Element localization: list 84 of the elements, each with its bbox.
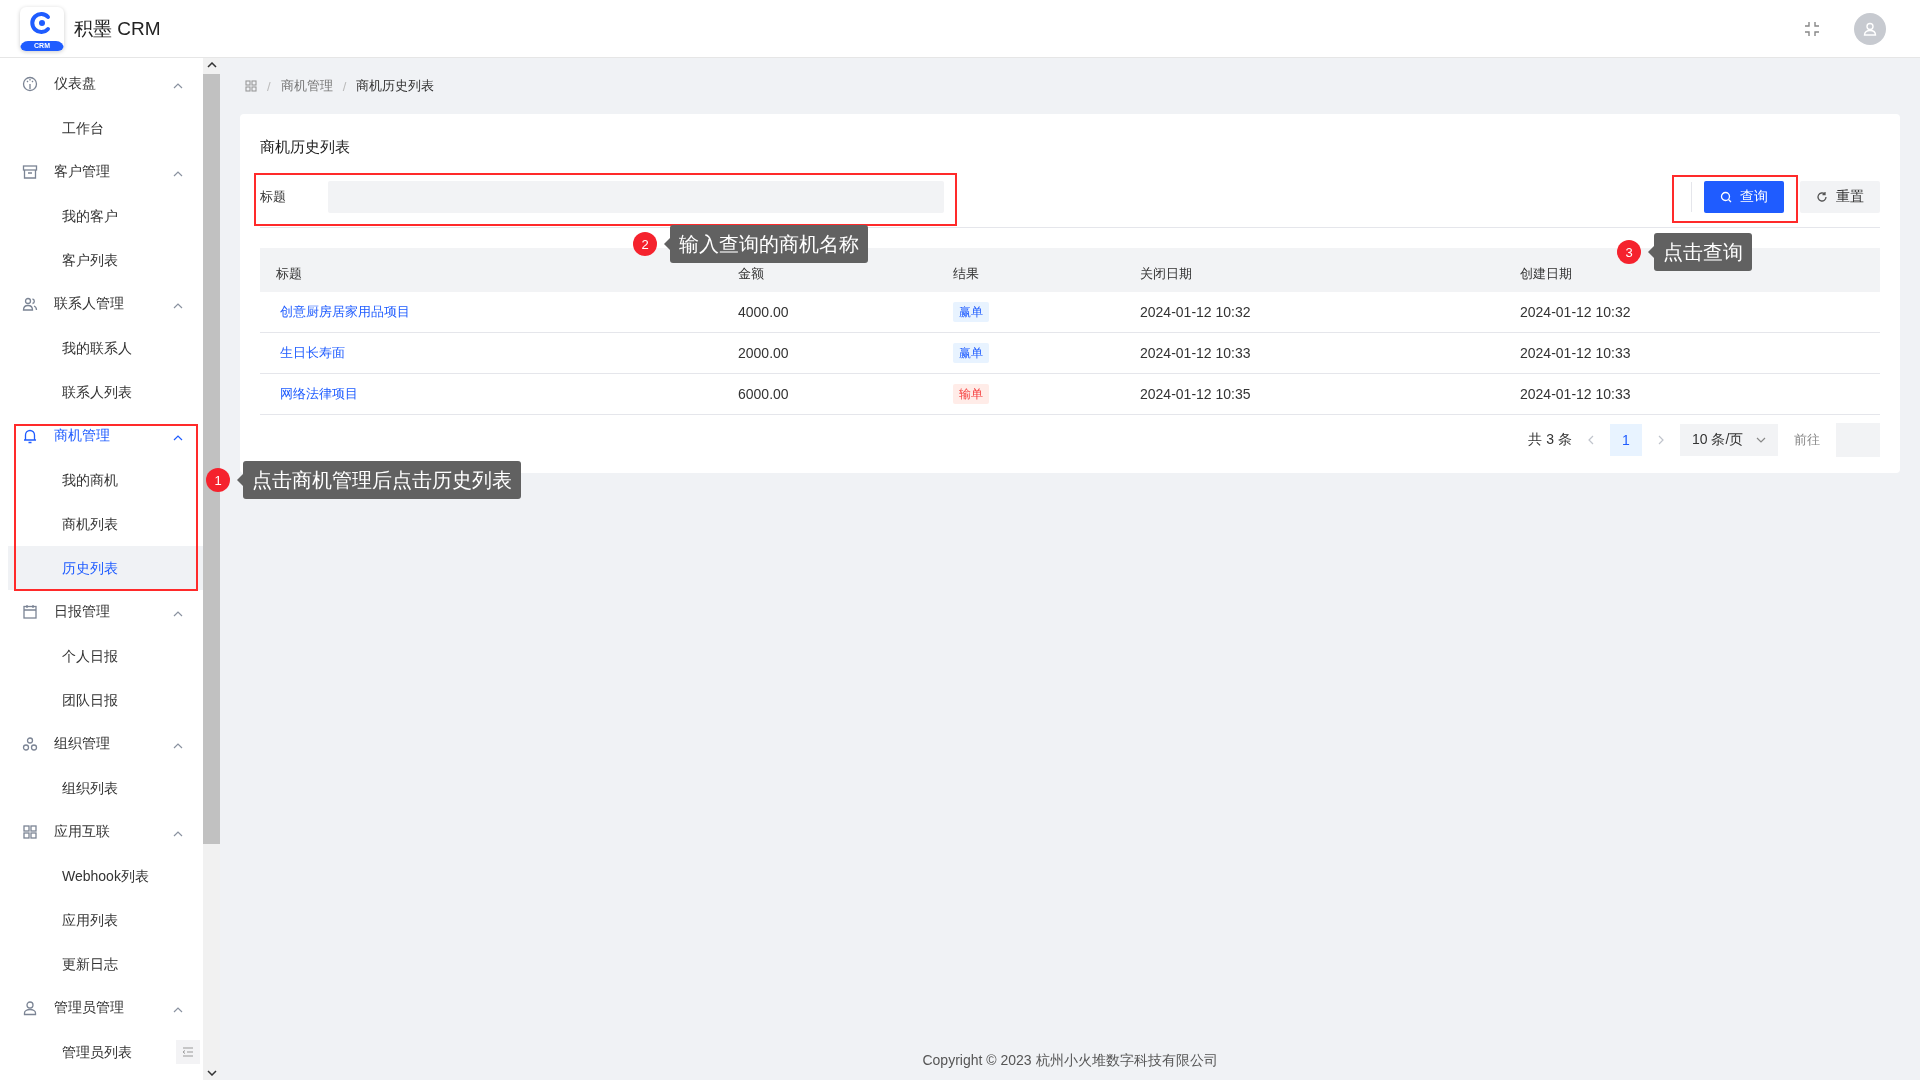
collapse-menu-icon[interactable]	[176, 1040, 200, 1064]
chevron-icon	[173, 303, 183, 309]
prev-page-icon[interactable]	[1588, 435, 1594, 445]
user-icon	[22, 1000, 38, 1016]
calendar-icon	[22, 604, 38, 620]
menu-item[interactable]: 商机列表	[8, 502, 203, 546]
scroll-down-icon[interactable]	[206, 1070, 217, 1076]
menu-item[interactable]: 个人日报	[8, 634, 203, 678]
menu-group[interactable]: 组织管理	[0, 722, 203, 766]
grid-icon	[22, 824, 38, 840]
chevron-icon	[173, 611, 183, 617]
reset-button[interactable]: 重置	[1800, 181, 1880, 213]
users-icon	[22, 296, 38, 312]
total-count: 共 3 条	[1528, 431, 1572, 449]
app-name: 积墨 CRM	[74, 16, 161, 41]
menu-group[interactable]: 客户管理	[0, 150, 203, 194]
table-cell: 4000.00	[722, 292, 937, 333]
menu-group[interactable]: 联系人管理	[0, 282, 203, 326]
column-header: 结果	[937, 248, 1124, 292]
next-page-icon[interactable]	[1658, 435, 1664, 445]
search-icon	[1720, 191, 1732, 203]
menu-group[interactable]: 仪表盘	[0, 62, 203, 106]
org-icon	[22, 736, 38, 752]
menu-group[interactable]: 商机管理	[0, 414, 203, 458]
menu-group[interactable]: 日报管理	[0, 590, 203, 634]
title-link[interactable]: 生日长寿面	[280, 345, 345, 360]
tooltip: 点击查询	[1654, 233, 1752, 271]
table-cell: 2024-01-12 10:32	[1504, 292, 1880, 333]
menu-item[interactable]: 客户列表	[8, 238, 203, 282]
result-tag: 赢单	[953, 343, 989, 363]
table-cell: 2024-01-12 10:35	[1124, 373, 1504, 415]
menu-group[interactable]: 管理员管理	[0, 986, 203, 1030]
scrollbar[interactable]	[203, 58, 220, 1080]
chevron-icon	[173, 1007, 183, 1013]
menu-item[interactable]: 我的商机	[8, 458, 203, 502]
table-cell: 2024-01-12 10:32	[1124, 292, 1504, 333]
refresh-icon	[1816, 191, 1828, 203]
chevron-icon	[173, 171, 183, 177]
bell-icon	[22, 428, 38, 444]
chevron-icon	[173, 83, 183, 89]
menu-item[interactable]: 管理员列表	[8, 1030, 203, 1074]
column-header: 关闭日期	[1124, 248, 1504, 292]
table-cell: 2024-01-12 10:33	[1504, 373, 1880, 415]
breadcrumb-separator: /	[342, 78, 347, 94]
table-cell: 2000.00	[722, 332, 937, 374]
avatar[interactable]	[1854, 12, 1886, 45]
field-label: 标题	[260, 188, 287, 206]
menu-item[interactable]: 历史列表	[8, 546, 203, 590]
breadcrumb-item: 商机历史列表	[356, 77, 435, 95]
menu-item[interactable]: 组织列表	[8, 766, 203, 810]
table-cell: 2024-01-12 10:33	[1124, 332, 1504, 374]
title-link[interactable]: 网络法律项目	[280, 386, 358, 401]
dashboard-icon	[22, 76, 38, 92]
tooltip: 点击商机管理后点击历史列表	[243, 461, 521, 499]
step-badge: 1	[206, 468, 230, 492]
chevron-icon	[173, 831, 183, 837]
table-cell: 6000.00	[722, 373, 937, 415]
menu-item[interactable]: 我的联系人	[8, 326, 203, 370]
chevron-icon	[173, 435, 183, 441]
title-link[interactable]: 创意厨房居家用品项目	[280, 304, 410, 319]
table-cell: 2024-01-12 10:33	[1504, 332, 1880, 374]
chevron-icon	[173, 743, 183, 749]
menu-group[interactable]: 应用互联	[0, 810, 203, 854]
card-title: 商机历史列表	[260, 138, 351, 157]
menu-item[interactable]: Webhook列表	[8, 854, 203, 898]
menu-item[interactable]: 应用列表	[8, 898, 203, 942]
copyright-text: Copyright © 2023 杭州小火堆数字科技有限公司	[921, 1052, 1219, 1070]
page-size-select[interactable]: 10 条/页	[1680, 424, 1778, 456]
breadcrumb-item[interactable]: 商机管理	[280, 77, 333, 95]
menu-item[interactable]: 联系人列表	[8, 370, 203, 414]
result-tag: 赢单	[953, 302, 989, 322]
menu-item[interactable]: 我的客户	[8, 194, 203, 238]
search-button[interactable]: 查询	[1704, 181, 1784, 213]
scroll-up-icon[interactable]	[206, 62, 217, 68]
goto-label: 前往	[1794, 431, 1820, 449]
dropdown-icon	[1756, 437, 1766, 443]
fullscreen-icon[interactable]	[1804, 20, 1820, 37]
breadcrumb-separator: /	[267, 78, 271, 94]
result-tag: 输单	[953, 384, 989, 404]
menu-item[interactable]: 团队日报	[8, 678, 203, 722]
menu-item[interactable]: 工作台	[8, 106, 203, 150]
menu-item[interactable]: 更新日志	[8, 942, 203, 986]
page-button[interactable]: 1	[1610, 424, 1642, 456]
archive-icon	[22, 164, 38, 180]
